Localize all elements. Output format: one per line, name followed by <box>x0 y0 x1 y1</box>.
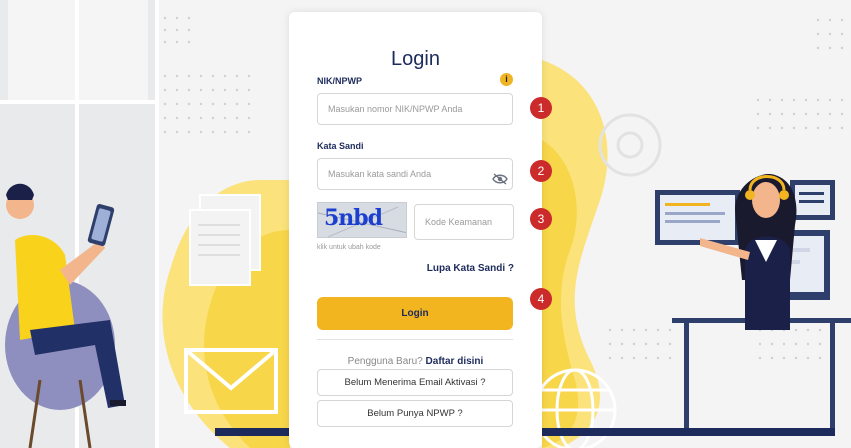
step-marker-3: 3 <box>530 208 552 230</box>
password-label: Kata Sandi <box>317 141 364 151</box>
step-marker-4: 4 <box>530 288 552 310</box>
security-code-input[interactable] <box>414 204 514 240</box>
page-title: Login <box>391 48 440 70</box>
eye-slash-icon[interactable] <box>492 173 508 185</box>
login-card: Login NIK/NPWP i Kata Sandi 5nbd klik un… <box>289 12 542 448</box>
register-text: Pengguna Baru? <box>347 356 423 367</box>
activation-email-button[interactable]: Belum Menerima Email Aktivasi ? <box>317 369 513 396</box>
captcha-image[interactable]: 5nbd <box>317 202 407 238</box>
nik-label: NIK/NPWP <box>317 76 362 86</box>
password-input[interactable] <box>317 158 513 190</box>
register-link[interactable]: Daftar disini <box>426 356 484 367</box>
captcha-code: 5nbd <box>324 205 383 231</box>
register-prompt: Pengguna Baru? Daftar disini <box>289 356 542 367</box>
divider <box>317 339 513 340</box>
forgot-password-link[interactable]: Lupa Kata Sandi ? <box>427 263 514 274</box>
login-button[interactable]: Login <box>317 297 513 330</box>
step-marker-1: 1 <box>530 97 552 119</box>
step-marker-2: 2 <box>530 160 552 182</box>
nik-input[interactable] <box>317 93 513 125</box>
captcha-hint[interactable]: klik untuk ubah kode <box>317 244 381 251</box>
no-npwp-button[interactable]: Belum Punya NPWP ? <box>317 400 513 427</box>
info-icon[interactable]: i <box>500 73 513 86</box>
